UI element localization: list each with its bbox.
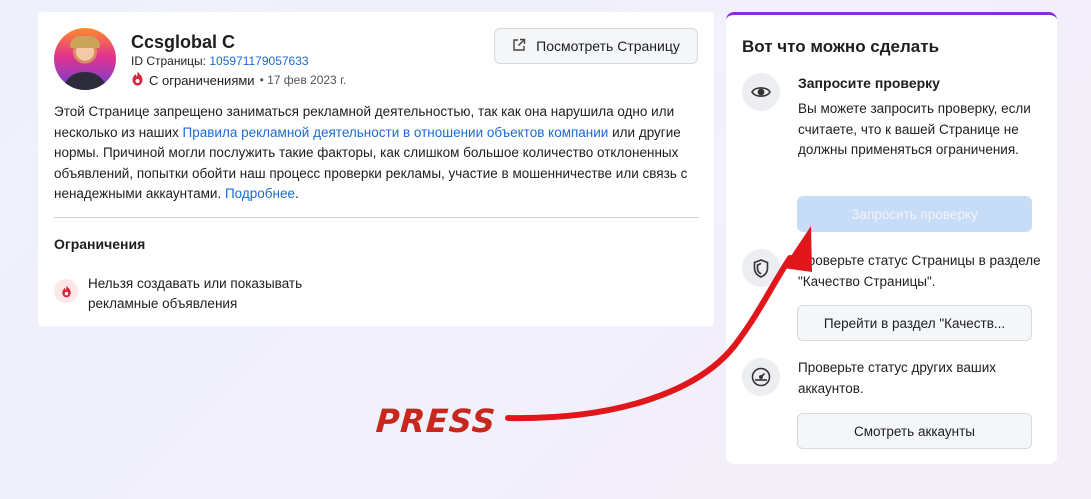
page-status-card: Ccsglobal C ID Страницы: 105971179057633… [38, 12, 714, 326]
request-review-text: Вы можете запросить проверку, если счита… [798, 101, 1031, 157]
restriction-description: Этой Странице запрещено заниматься рекла… [54, 102, 704, 205]
actions-title: Вот что можно сделать [742, 37, 940, 56]
restriction-icon [54, 279, 78, 303]
restrictions-title: Ограничения [54, 236, 146, 252]
learn-more-link[interactable]: Подробнее [225, 186, 295, 201]
status-date: • 17 фев 2023 г. [259, 73, 347, 87]
page-id-label: ID Страницы: [131, 54, 207, 68]
restriction-icon [131, 71, 144, 89]
page-quality-button[interactable]: Перейти в раздел "Качеств... [797, 305, 1032, 341]
actions-card: Вот что можно сделать Запросите проверку… [726, 12, 1057, 464]
ad-policy-link[interactable]: Правила рекламной деятельности в отношен… [183, 125, 609, 140]
external-link-icon [512, 38, 526, 55]
divider [54, 217, 699, 218]
page-avatar[interactable] [54, 28, 116, 90]
speedometer-icon [742, 358, 780, 396]
view-accounts-button[interactable]: Смотреть аккаунты [797, 413, 1032, 449]
description-period: . [294, 186, 299, 201]
view-page-label: Посмотреть Страницу [536, 38, 680, 54]
restriction-item-text: Нельзя создавать или показывать рекламны… [88, 276, 303, 311]
page-quality-text: Проверьте статус Страницы в разделе "Кач… [798, 253, 1041, 289]
page-name[interactable]: Ccsglobal C [131, 32, 235, 53]
status-row: С ограничениями • 17 фев 2023 г. [131, 71, 346, 89]
request-review-button[interactable]: Запросить проверку [797, 196, 1032, 232]
page-id-value[interactable]: 105971179057633 [209, 54, 308, 68]
page-id: ID Страницы: 105971179057633 [131, 54, 309, 68]
accounts-status-text: Проверьте статус других ваших аккаунтов. [798, 360, 997, 396]
press-annotation: PRESS [374, 402, 498, 440]
restriction-item: Нельзя создавать или показывать рекламны… [54, 274, 338, 314]
request-review-heading: Запросите проверку [798, 75, 940, 91]
shield-icon [742, 249, 780, 287]
eye-icon [742, 73, 780, 111]
status-label: С ограничениями [149, 72, 255, 88]
view-page-button[interactable]: Посмотреть Страницу [494, 28, 698, 64]
